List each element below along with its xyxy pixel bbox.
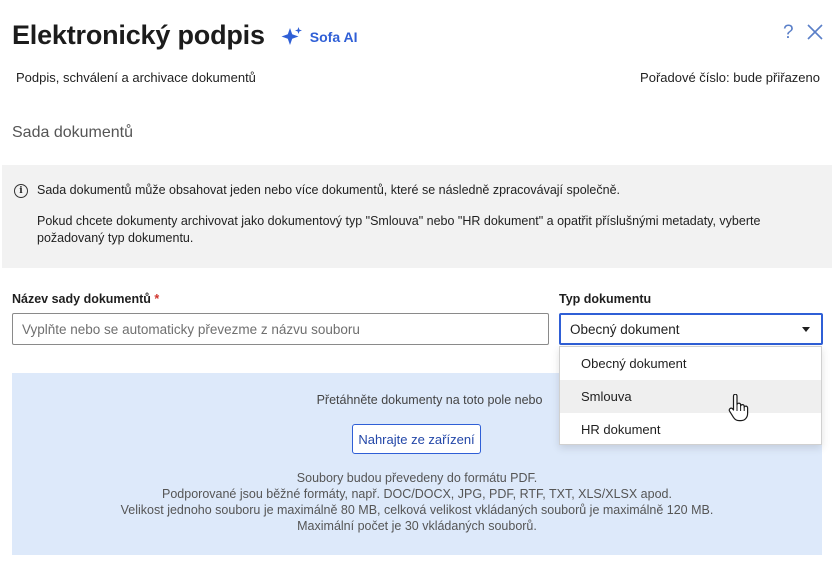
header: Elektronický podpis Sofa AI (12, 20, 358, 51)
dropzone-note: Podporované jsou běžné formáty, např. DO… (162, 487, 672, 501)
order-number: Pořadové číslo: bude přiřazeno (640, 70, 820, 85)
info-text-2: Pokud chcete dokumenty archivovat jako d… (37, 214, 761, 245)
section-title: Sada dokumentů (12, 124, 133, 141)
document-type-select[interactable]: Obecný dokument (559, 313, 823, 345)
caret-down-icon (802, 326, 810, 332)
page-subtitle: Podpis, schválení a archivace dokumentů (16, 70, 256, 85)
type-label: Typ dokumentu (559, 292, 652, 306)
menu-item-general-document[interactable]: Obecný dokument (560, 347, 821, 380)
info-icon: i (14, 184, 28, 198)
info-box: i Sada dokumentů může obsahovat jeden ne… (2, 165, 832, 268)
page-title: Elektronický podpis (12, 20, 265, 50)
dropzone-notes: Soubory budou převedeny do formátu PDF. … (12, 470, 822, 534)
menu-item-hr-document[interactable]: HR dokument (560, 413, 821, 446)
menu-item-contract[interactable]: Smlouva (560, 380, 821, 413)
info-text-1: Sada dokumentů může obsahovat jeden nebo… (37, 183, 621, 197)
sofa-ai-button[interactable]: Sofa AI (281, 26, 358, 47)
dropzone-note: Velikost jednoho souboru je maximálně 80… (120, 503, 714, 517)
document-set-name-input[interactable] (12, 313, 549, 345)
dropzone-note: Maximální počet je 30 vkládaných souborů… (297, 519, 537, 533)
close-icon[interactable] (807, 24, 823, 45)
help-icon[interactable]: ? (783, 22, 794, 44)
required-mark: * (154, 292, 160, 306)
upload-from-device-button[interactable]: Nahrajte ze zařízení (352, 424, 481, 454)
sparkle-icon (281, 26, 302, 45)
name-label: Název sady dokumentů * (12, 292, 160, 306)
document-type-menu: Obecný dokument Smlouva HR dokument (559, 346, 822, 445)
dropzone-note: Soubory budou převedeny do formátu PDF. (296, 471, 538, 485)
sofa-ai-label: Sofa AI (309, 28, 358, 45)
document-type-selected: Obecný dokument (570, 321, 680, 337)
